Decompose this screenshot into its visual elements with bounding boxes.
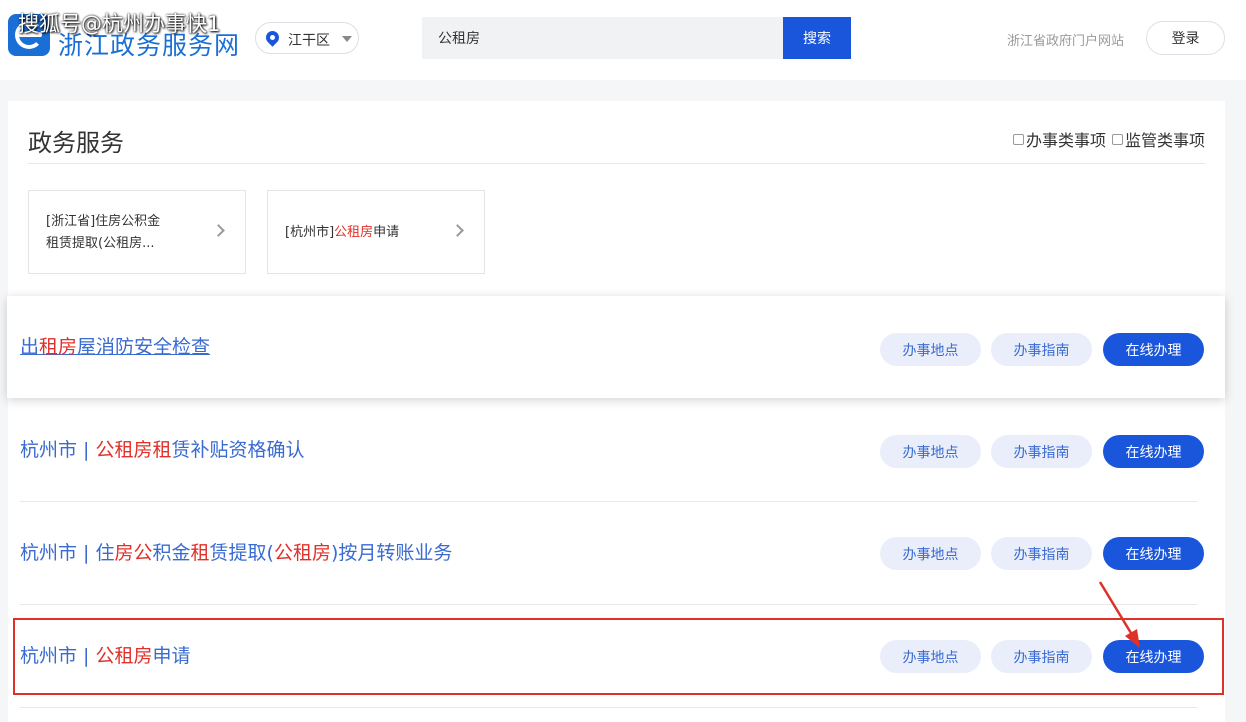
watermark: 搜狐号@杭州办事快1 — [18, 12, 221, 36]
row-title[interactable]: 出租房屋消防安全检查 — [20, 332, 210, 359]
suggestion-card[interactable]: [杭州市]公租房申请 — [267, 190, 485, 274]
result-row: 杭州市 | 公租房租赁补贴资格确认 办事地点 办事指南 在线办理 — [20, 398, 1204, 502]
annotation-highlight-box — [13, 618, 1224, 695]
region-label: 江干区 — [288, 33, 330, 49]
suggestion-card[interactable]: [浙江省]住房公积金 租赁提取(公租房... — [28, 190, 246, 274]
guide-button[interactable]: 办事指南 — [991, 435, 1092, 468]
result-row: 出租房屋消防安全检查 办事地点 办事指南 在线办理 — [20, 296, 1204, 398]
checkbox-icon[interactable] — [1111, 133, 1123, 145]
chevron-right-icon — [451, 224, 464, 237]
search-input[interactable] — [422, 17, 783, 59]
online-apply-button[interactable]: 在线办理 — [1103, 333, 1204, 366]
location-button[interactable]: 办事地点 — [880, 537, 981, 570]
top-header: 浙江政务服务网 搜狐号@杭州办事快1 江干区 搜索 浙江省政府门户网站 登录 — [0, 0, 1246, 80]
online-apply-button[interactable]: 在线办理 — [1103, 435, 1204, 468]
card-text: [杭州市]公租房申请 — [285, 225, 400, 240]
result-row: 杭州市 | 住房公积金租赁提取(公租房)按月转账业务 办事地点 办事指南 在线办… — [20, 502, 1204, 605]
guide-button[interactable]: 办事指南 — [991, 537, 1092, 570]
search-button[interactable]: 搜索 — [783, 17, 851, 59]
filter-affairs[interactable]: 办事类事项 — [1012, 127, 1106, 151]
row-title[interactable]: 杭州市 | 住房公积金租赁提取(公租房)按月转账业务 — [20, 538, 452, 565]
location-pin-icon — [263, 28, 282, 47]
location-button[interactable]: 办事地点 — [880, 435, 981, 468]
annotation-arrow-icon — [1098, 581, 1140, 648]
guide-button[interactable]: 办事指南 — [991, 333, 1092, 366]
caret-down-icon — [342, 36, 352, 42]
chevron-right-icon — [212, 224, 225, 237]
portal-link[interactable]: 浙江省政府门户网站 — [1007, 30, 1124, 49]
region-selector[interactable]: 江干区 — [255, 22, 359, 54]
filter-group: 办事类事项 监管类事项 — [1012, 127, 1205, 151]
page-title: 政务服务 — [28, 129, 124, 157]
checkbox-icon[interactable] — [1012, 133, 1024, 145]
divider — [28, 163, 1205, 164]
online-apply-button[interactable]: 在线办理 — [1103, 537, 1204, 570]
row-title[interactable]: 杭州市 | 公租房租赁补贴资格确认 — [20, 435, 305, 462]
login-button[interactable]: 登录 — [1146, 21, 1225, 55]
filter-supervision[interactable]: 监管类事项 — [1111, 127, 1205, 151]
card-text: [浙江省]住房公积金 租赁提取(公租房... — [46, 214, 161, 251]
location-button[interactable]: 办事地点 — [880, 333, 981, 366]
